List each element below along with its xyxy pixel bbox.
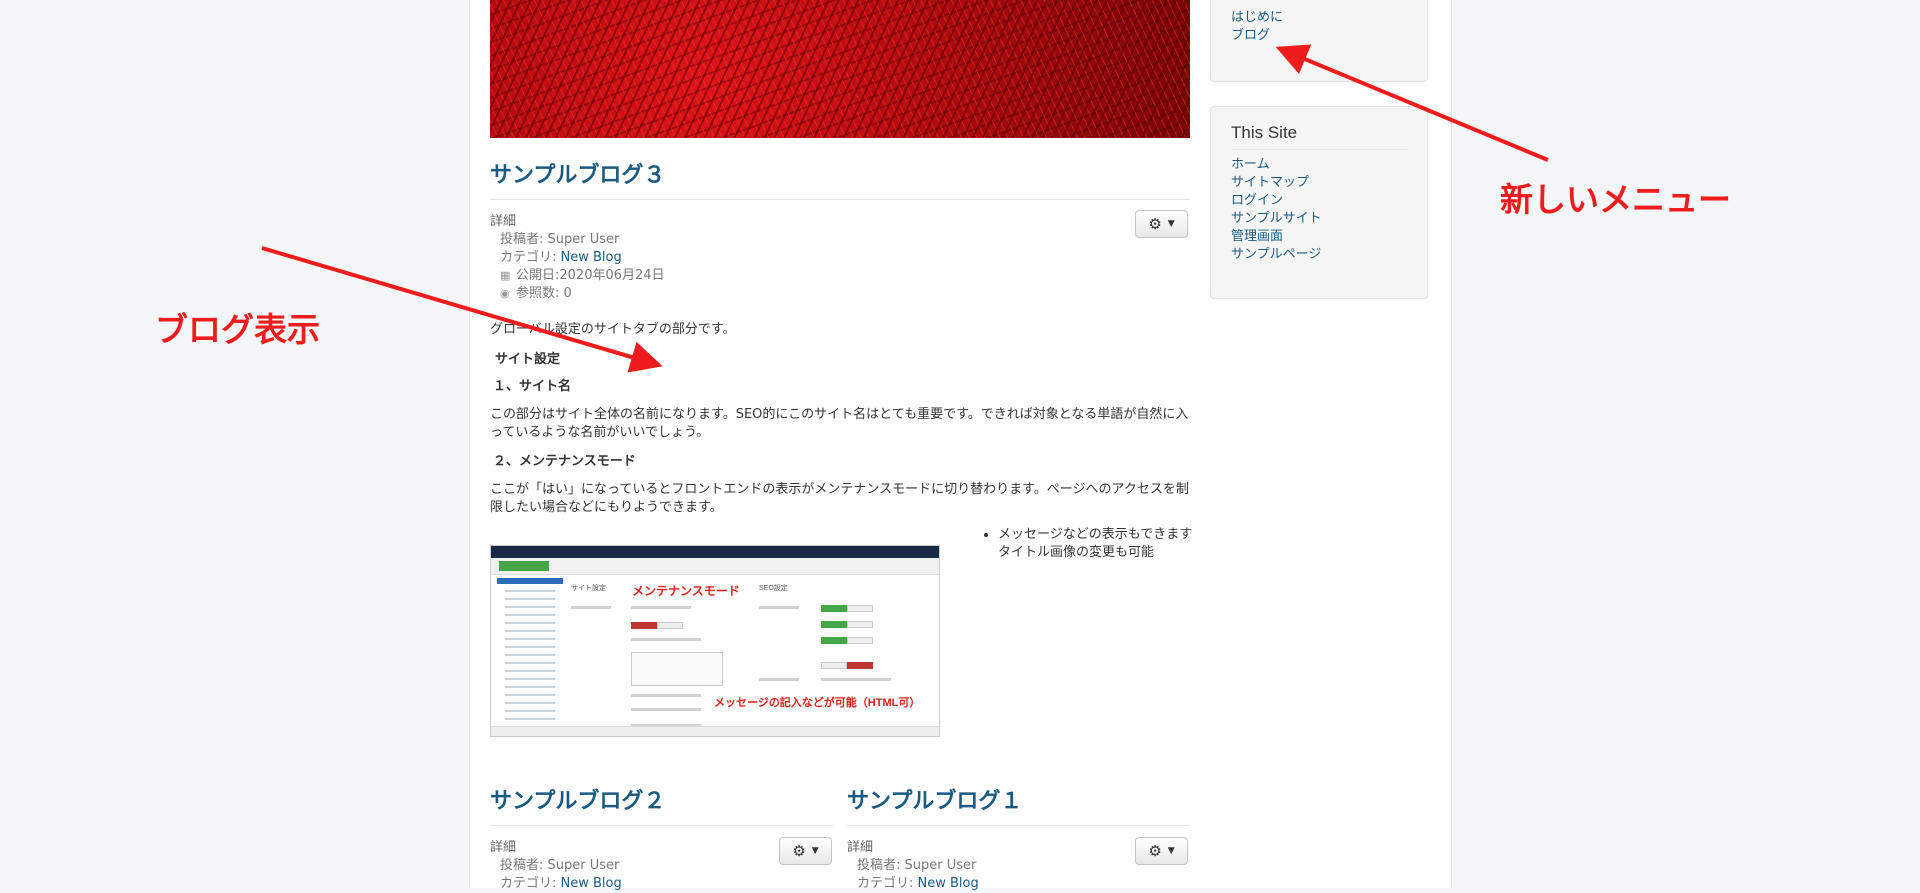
arrow-to-blog bbox=[261, 246, 663, 373]
annotation-arrows bbox=[261, 44, 1549, 373]
arrow-to-menu bbox=[1275, 44, 1549, 162]
